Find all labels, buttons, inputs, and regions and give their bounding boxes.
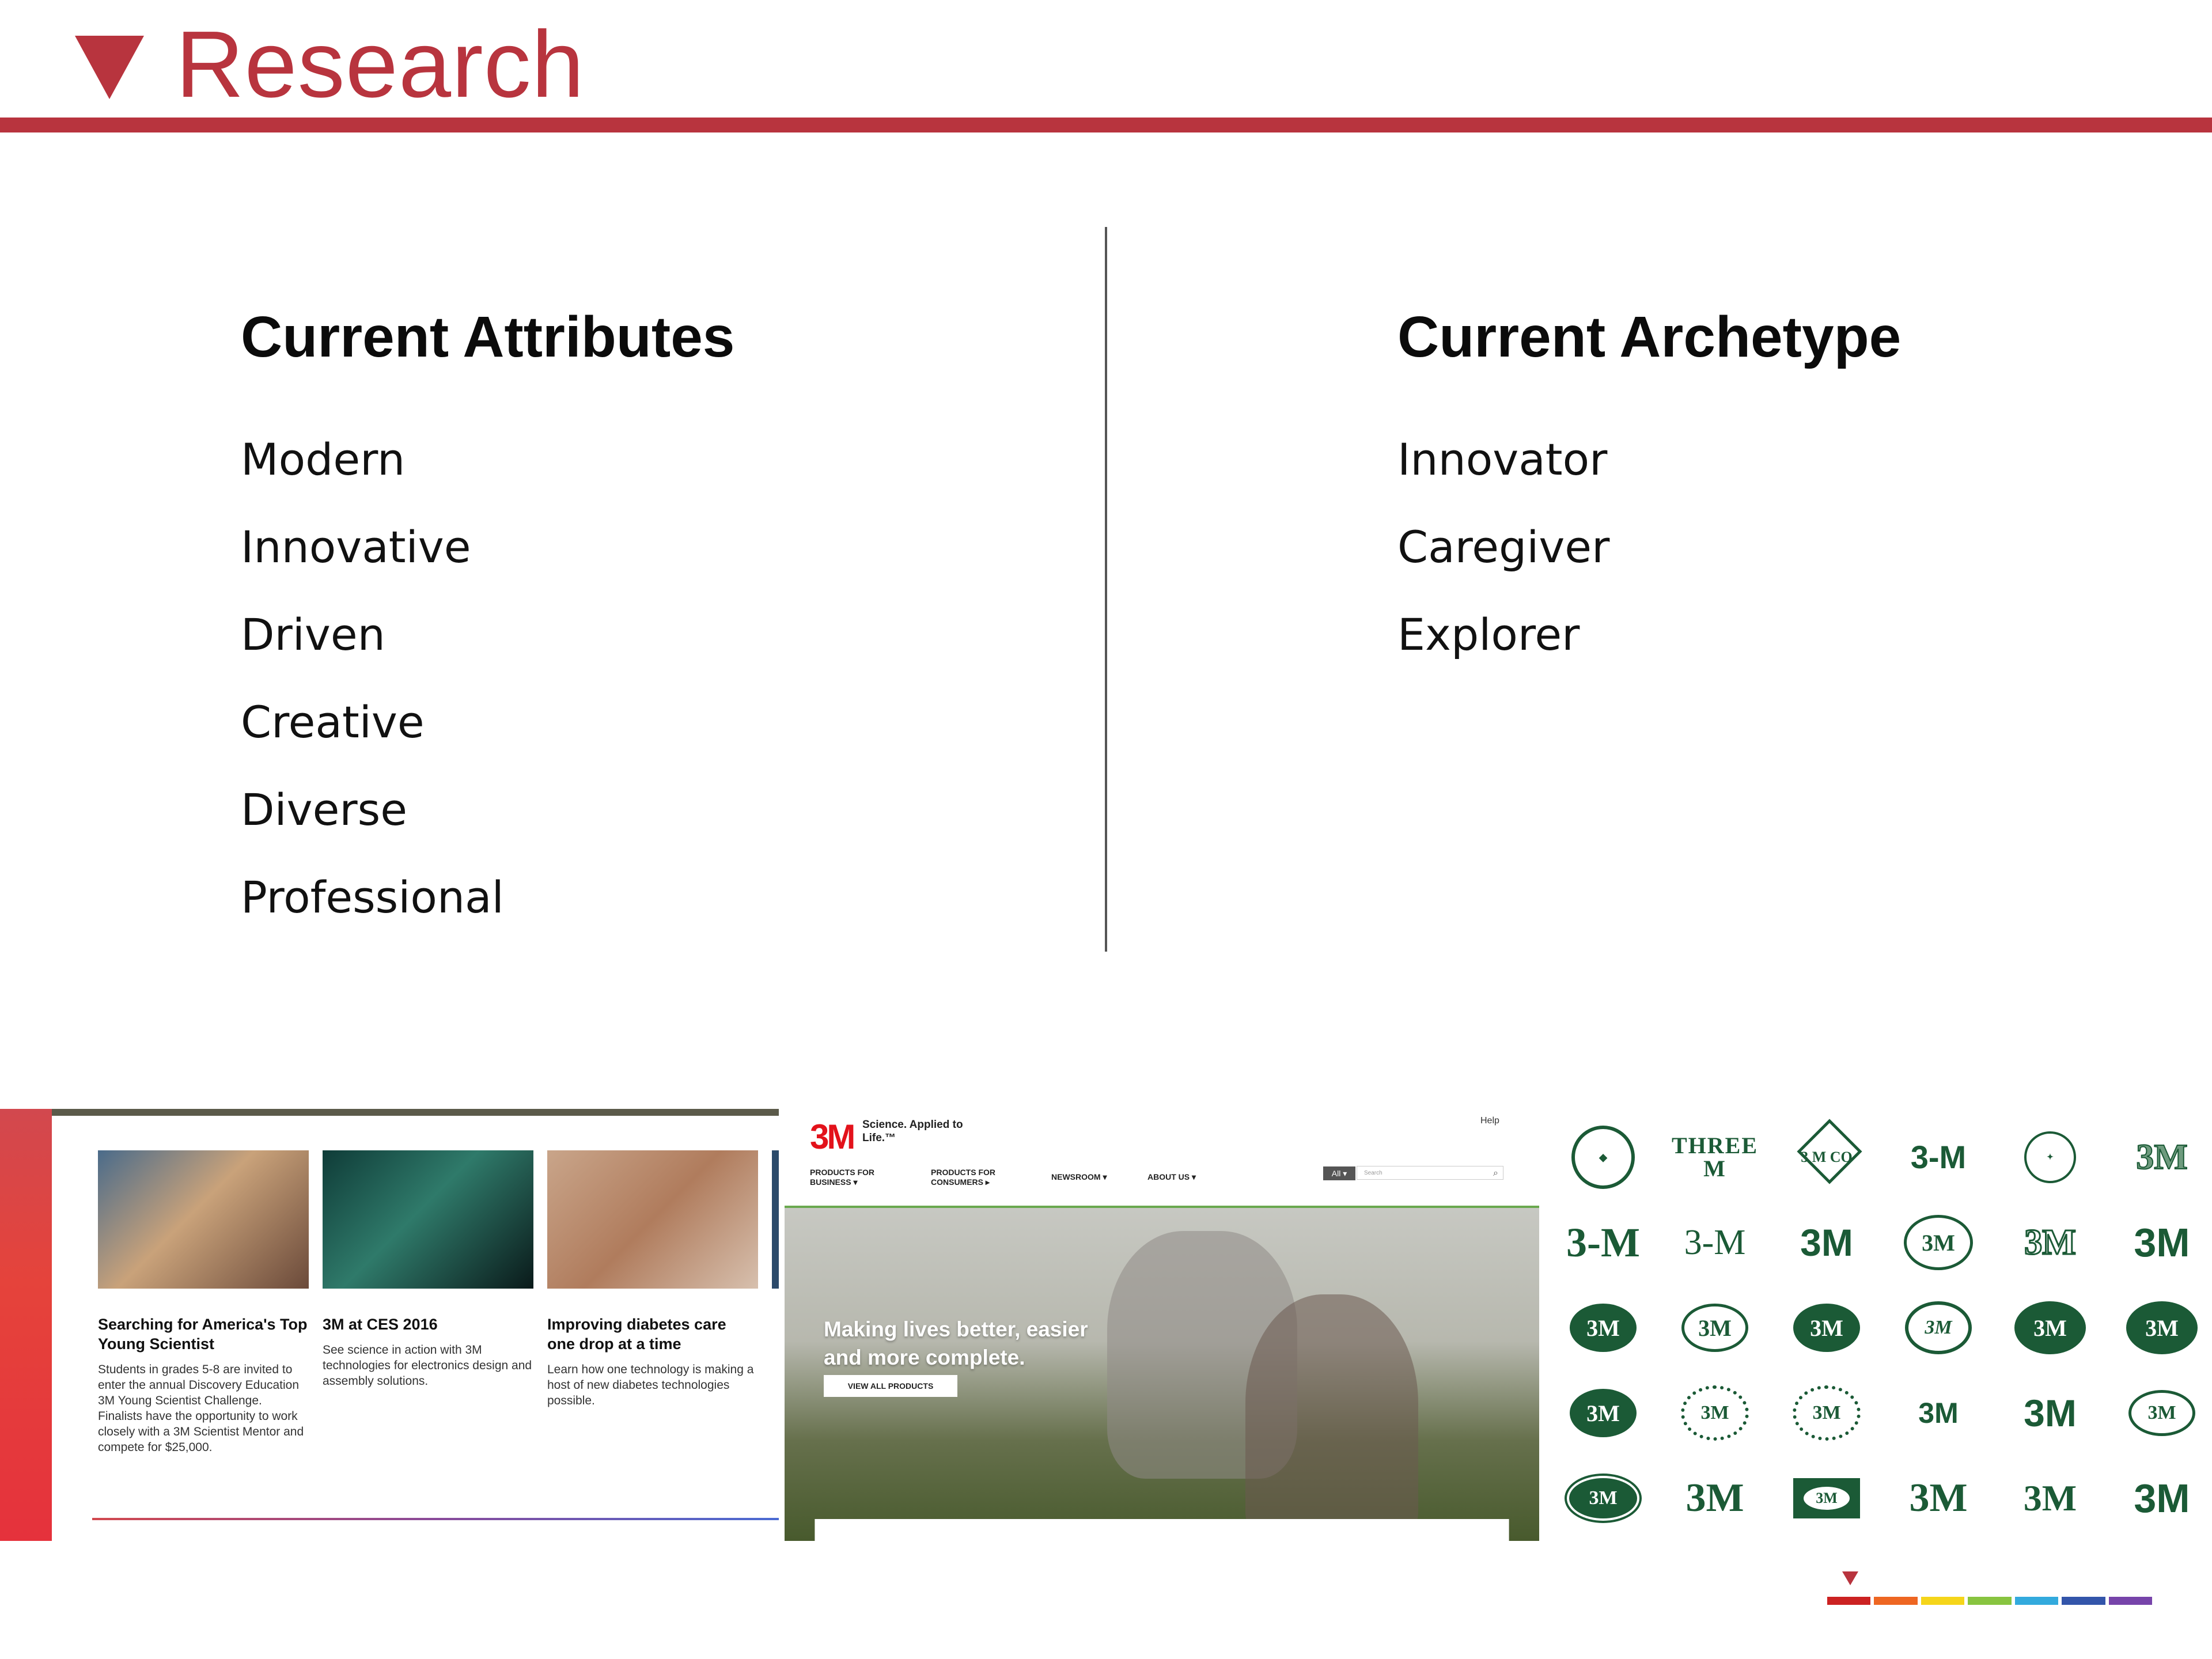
header-triangle-icon bbox=[75, 36, 144, 99]
search-icon[interactable]: ⌕ bbox=[1493, 1166, 1498, 1180]
section-segment bbox=[2062, 1597, 2105, 1605]
archetype-item: Explorer bbox=[1397, 609, 1580, 660]
tagline: Science. Applied to Life.™ bbox=[862, 1119, 963, 1144]
news-card[interactable]: Searching for America's Top Young Scient… bbox=[98, 1150, 309, 1455]
logo-variant: 3M bbox=[1659, 1285, 1771, 1370]
logo-variant: ◆ bbox=[1547, 1115, 1659, 1200]
image-strip: Searching for America's Top Young Scient… bbox=[0, 1109, 2212, 1541]
logo-variant: 3-M bbox=[1684, 1223, 1746, 1262]
logo-variant: 3M bbox=[1659, 1370, 1771, 1456]
logo-variant: 3M bbox=[2023, 1478, 2077, 1518]
section-segment bbox=[1921, 1597, 1965, 1605]
logo-variant: 3-M bbox=[1566, 1219, 1640, 1266]
logo-variant: 3M bbox=[1994, 1285, 2106, 1370]
logo-variant: 3M bbox=[1771, 1285, 1883, 1370]
hero-headline: Making lives better, easier and more com… bbox=[824, 1317, 1088, 1369]
logo-history-grid: ◆ THREE M 3 M CO 3-M ✦ 3M 3-M 3-M 3M 3M … bbox=[1539, 1109, 2212, 1541]
section-segment bbox=[1874, 1597, 1918, 1605]
view-all-products-button[interactable]: VIEW ALL PRODUCTS bbox=[824, 1375, 957, 1397]
website-cards-screenshot: Searching for America's Top Young Scient… bbox=[0, 1109, 779, 1541]
news-card[interactable]: Improving diabetes care one drop at a ti… bbox=[547, 1150, 758, 1408]
news-card[interactable]: 3M at CES 2016 See science in action wit… bbox=[323, 1150, 533, 1389]
logo-variant: 3M bbox=[1547, 1370, 1659, 1456]
logo-variant: 3M bbox=[1771, 1370, 1883, 1456]
card-photo bbox=[547, 1150, 758, 1289]
logo-variant: 3M bbox=[1771, 1456, 1883, 1541]
search-input[interactable]: Search ⌕ bbox=[1357, 1166, 1503, 1180]
logo-variant: ✦ bbox=[1994, 1115, 2106, 1200]
nav-products-business[interactable]: PRODUCTS FOR BUSINESS ▾ bbox=[810, 1168, 879, 1187]
card-title: 3M at CES 2016 bbox=[323, 1316, 438, 1333]
homepage-screenshot: 3M Science. Applied to Life.™ Help PRODU… bbox=[785, 1109, 1539, 1541]
3m-logo[interactable]: 3M bbox=[810, 1117, 855, 1157]
logo-variant: 3M bbox=[2135, 1138, 2188, 1177]
attribute-item: Driven bbox=[241, 609, 385, 660]
card-photo bbox=[323, 1150, 533, 1289]
archetype-title: Current Archetype bbox=[1397, 305, 1902, 369]
logo-variant: 3M bbox=[2024, 1392, 2077, 1434]
logo-variant: 3M bbox=[2024, 1223, 2077, 1262]
card-photo bbox=[98, 1150, 309, 1289]
panel-top-bar bbox=[0, 1109, 779, 1116]
logo-variant: 3M bbox=[1547, 1285, 1659, 1370]
section-segment bbox=[1827, 1597, 1871, 1605]
logo-variant: 3M bbox=[1547, 1456, 1659, 1541]
archetype-item: Caregiver bbox=[1397, 521, 1610, 573]
search-scope-select[interactable]: All ▾ bbox=[1323, 1166, 1355, 1180]
card-title: Searching for America's Top Young Scient… bbox=[98, 1316, 308, 1353]
logo-variant: 3M bbox=[2106, 1370, 2212, 1456]
help-link[interactable]: Help bbox=[1480, 1116, 1499, 1126]
attribute-item: Diverse bbox=[241, 784, 407, 835]
section-segment bbox=[2108, 1597, 2152, 1605]
logo-variant: 3M bbox=[2106, 1285, 2212, 1370]
logo-variant: 3M bbox=[1685, 1476, 1744, 1520]
nav-products-consumers[interactable]: PRODUCTS FOR CONSUMERS ▸ bbox=[931, 1168, 1006, 1187]
attribute-item: Innovative bbox=[241, 521, 471, 573]
header-rule bbox=[0, 118, 2212, 132]
logo-grid: ◆ THREE M 3 M CO 3-M ✦ 3M 3-M 3-M 3M 3M … bbox=[1547, 1115, 2212, 1541]
news-card-partial bbox=[772, 1150, 779, 1289]
logo-variant: 3-M bbox=[1910, 1139, 1967, 1175]
logo-variant: 3M bbox=[1800, 1221, 1853, 1264]
nav-newsroom[interactable]: NEWSROOM ▾ bbox=[1051, 1172, 1107, 1182]
hero-photo bbox=[785, 1208, 1539, 1541]
nav-about-us[interactable]: ABOUT US ▾ bbox=[1147, 1172, 1196, 1182]
logo-variant: 3M bbox=[1883, 1200, 1994, 1285]
attribute-item: Professional bbox=[241, 872, 504, 923]
archetype-list: Innovator Caregiver Explorer bbox=[1397, 416, 1609, 679]
archetype-item: Innovator bbox=[1397, 434, 1608, 485]
footer-triangle-icon bbox=[1842, 1571, 1858, 1585]
section-segment bbox=[1968, 1597, 2012, 1605]
attribute-item: Modern bbox=[241, 434, 406, 485]
card-body: See science in action with 3M technologi… bbox=[323, 1343, 532, 1388]
logo-variant: 3M bbox=[2134, 1476, 2190, 1521]
card-title: Improving diabetes care one drop at a ti… bbox=[547, 1316, 726, 1353]
section-progress-bar bbox=[1827, 1597, 2156, 1605]
logo-variant: 3M bbox=[1909, 1476, 1968, 1520]
logo-variant: 3 M CO bbox=[1771, 1115, 1883, 1200]
card-photo bbox=[772, 1150, 779, 1289]
page-title: Research bbox=[176, 12, 585, 117]
card-body: Students in grades 5-8 are invited to en… bbox=[98, 1363, 304, 1454]
logo-variant: 3M bbox=[1918, 1397, 1959, 1429]
gradient-underline bbox=[92, 1518, 779, 1520]
attributes-title: Current Attributes bbox=[241, 305, 735, 369]
attribute-item: Creative bbox=[241, 696, 425, 748]
red-gradient-edge bbox=[0, 1109, 52, 1541]
logo-variant: THREE M bbox=[1671, 1132, 1759, 1181]
logo-variant: 3M bbox=[1883, 1285, 1994, 1370]
column-divider bbox=[1105, 227, 1107, 952]
section-segment bbox=[2014, 1597, 2059, 1605]
card-body: Learn how one technology is making a hos… bbox=[547, 1363, 754, 1407]
logo-variant: 3M bbox=[2134, 1220, 2190, 1265]
attributes-list: Modern Innovative Driven Creative Divers… bbox=[241, 416, 504, 941]
